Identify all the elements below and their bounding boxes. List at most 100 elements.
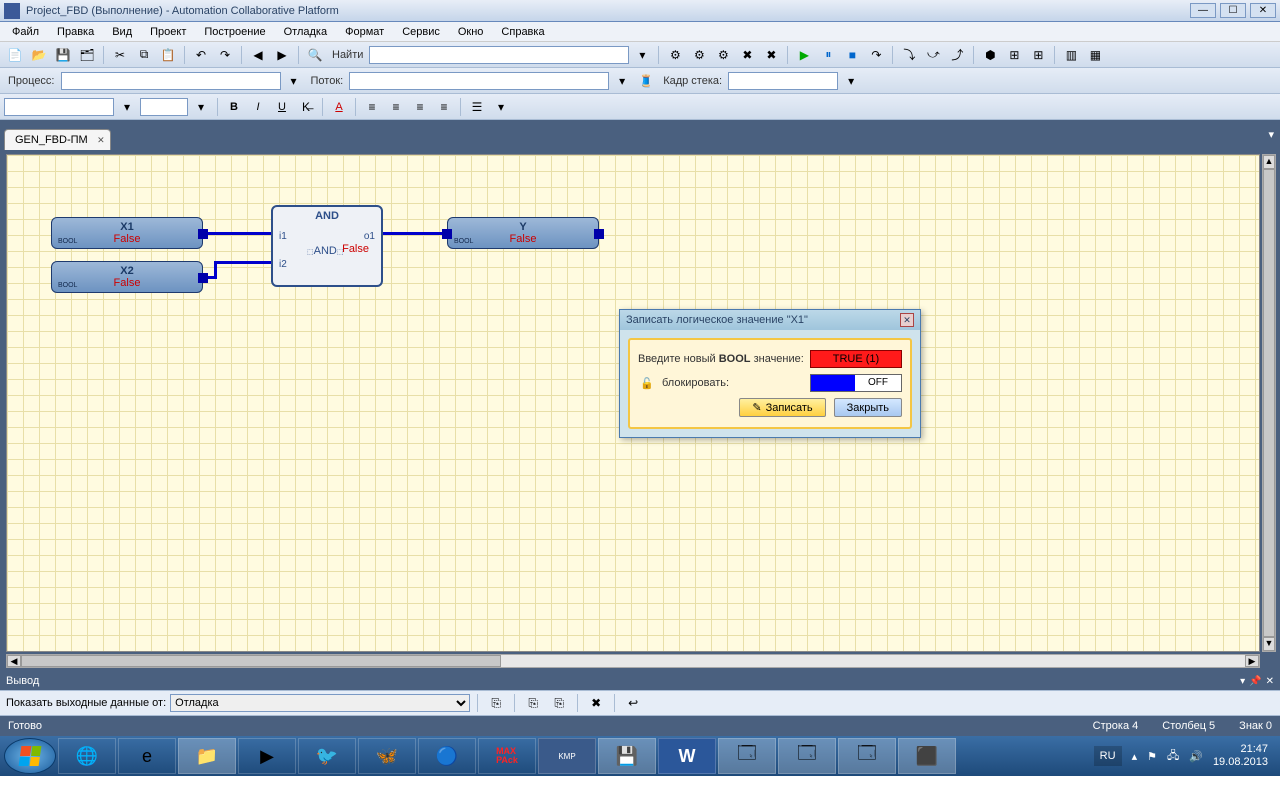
start-button[interactable] xyxy=(4,738,56,774)
menu-project[interactable]: Проект xyxy=(142,24,194,40)
align-right-button[interactable]: ≡ xyxy=(409,96,431,118)
db-button-4[interactable]: ✖ xyxy=(736,44,758,66)
copy-button[interactable]: ⧉ xyxy=(133,44,155,66)
menu-build[interactable]: Построение xyxy=(196,24,273,40)
process-combo[interactable] xyxy=(61,72,281,90)
output-pin[interactable] xyxy=(594,229,604,239)
task-app-7[interactable]: 🗔 xyxy=(838,738,896,774)
chevron-down-icon[interactable]: ▾ xyxy=(116,96,138,118)
scroll-up-icon[interactable]: ▲ xyxy=(1263,155,1275,169)
port-i2[interactable]: i2 xyxy=(279,259,287,270)
task-app-5[interactable]: 🗔 xyxy=(718,738,776,774)
db-button-5[interactable]: ✖ xyxy=(760,44,782,66)
input-pin[interactable] xyxy=(442,229,452,239)
dialog-titlebar[interactable]: Записать логическое значение "X1" ✕ xyxy=(620,310,920,330)
maximize-button[interactable]: ☐ xyxy=(1220,3,1246,18)
font-color-button[interactable]: A xyxy=(328,96,350,118)
open-button[interactable]: 📂 xyxy=(28,44,50,66)
step-button[interactable]: ↷ xyxy=(865,44,887,66)
nav-fwd-button[interactable]: ▶ xyxy=(271,44,293,66)
task-ie[interactable]: e xyxy=(118,738,176,774)
task-app-3[interactable]: 🦋 xyxy=(358,738,416,774)
menu-edit[interactable]: Правка xyxy=(49,24,102,40)
panel-dropdown-icon[interactable]: ▾ xyxy=(1240,676,1245,687)
output-pin[interactable] xyxy=(198,229,208,239)
scroll-thumb[interactable] xyxy=(1263,169,1275,637)
nav-back-button[interactable]: ◀ xyxy=(247,44,269,66)
underline-button[interactable]: U xyxy=(271,96,293,118)
italic-button[interactable]: I xyxy=(247,96,269,118)
port-i1[interactable]: i1 xyxy=(279,231,287,242)
tray-volume-icon[interactable]: 🔊 xyxy=(1189,750,1203,763)
scroll-thumb[interactable] xyxy=(21,655,501,667)
db-button-2[interactable]: ⚙ xyxy=(688,44,710,66)
menu-view[interactable]: Вид xyxy=(104,24,140,40)
lock-toggle[interactable]: OFF xyxy=(810,374,902,392)
window-button-2[interactable]: ⊞ xyxy=(1027,44,1049,66)
task-wmp[interactable]: ▶ xyxy=(238,738,296,774)
close-button[interactable]: ✕ xyxy=(1250,3,1276,18)
save-button[interactable]: 💾 xyxy=(52,44,74,66)
chevron-down-icon[interactable]: ▾ xyxy=(490,96,512,118)
menu-debug[interactable]: Отладка xyxy=(276,24,335,40)
stepinto-button[interactable]: ⤵ xyxy=(898,44,920,66)
db-button-3[interactable]: ⚙ xyxy=(712,44,734,66)
task-app-6[interactable]: 🗔 xyxy=(778,738,836,774)
task-kmp[interactable]: KMP xyxy=(538,738,596,774)
dialog-close-icon[interactable]: ✕ xyxy=(900,313,914,327)
tray-flag-icon[interactable]: ⚑ xyxy=(1147,750,1157,763)
output-btn-1[interactable]: ⎘ xyxy=(485,692,507,714)
task-app-2[interactable]: 🐦 xyxy=(298,738,356,774)
stop-button[interactable]: ■ xyxy=(841,44,863,66)
align-justify-button[interactable]: ≡ xyxy=(433,96,455,118)
panel-pin-icon[interactable]: 📌 xyxy=(1249,676,1261,687)
tray-network-icon[interactable]: 🖧 xyxy=(1167,747,1179,766)
stepout-button[interactable]: ⤴ xyxy=(946,44,968,66)
minimize-button[interactable]: — xyxy=(1190,3,1216,18)
panel-close-icon[interactable]: ✕ xyxy=(1266,676,1274,687)
output-source-combo[interactable]: Отладка xyxy=(170,694,470,712)
run-button[interactable]: ▶ xyxy=(793,44,815,66)
bullets-button[interactable]: ☰ xyxy=(466,96,488,118)
chevron-down-icon[interactable]: ▾ xyxy=(840,70,862,92)
dropdown-icon[interactable]: ▾ xyxy=(631,44,653,66)
menu-file[interactable]: Файл xyxy=(4,24,47,40)
task-save[interactable]: 💾 xyxy=(598,738,656,774)
var-block-x2[interactable]: X2 False BOOL xyxy=(51,261,203,293)
language-indicator[interactable]: RU xyxy=(1094,746,1122,766)
pause-button[interactable]: ⏸ xyxy=(817,44,839,66)
chevron-down-icon[interactable]: ▾ xyxy=(190,96,212,118)
align-center-button[interactable]: ≡ xyxy=(385,96,407,118)
bp-button-1[interactable]: ⬢ xyxy=(979,44,1001,66)
output-btn-2[interactable]: ⎘ xyxy=(522,692,544,714)
dialog-close-button[interactable]: Закрыть xyxy=(834,398,902,417)
font-combo[interactable] xyxy=(4,98,114,116)
bold-button[interactable]: B xyxy=(223,96,245,118)
window-button[interactable]: ⊞ xyxy=(1003,44,1025,66)
save-all-button[interactable]: 🗂 xyxy=(76,44,98,66)
taskbar-clock[interactable]: 21:47 19.08.2013 xyxy=(1213,743,1268,769)
output-panel-header[interactable]: Вывод ▾ 📌 ✕ xyxy=(0,672,1280,690)
horizontal-scrollbar[interactable]: ◀ ▶ xyxy=(6,654,1260,668)
output-wrap-icon[interactable]: ↩ xyxy=(622,692,644,714)
tab-gen-fbd[interactable]: GEN_FBD-ПМ ✕ xyxy=(4,129,111,150)
db-button-1[interactable]: ⚙ xyxy=(664,44,686,66)
stackframe-combo[interactable] xyxy=(728,72,838,90)
strike-button[interactable]: K̶ xyxy=(295,96,317,118)
size-combo[interactable] xyxy=(140,98,188,116)
tab-close-icon[interactable]: ✕ xyxy=(97,135,105,146)
cut-button[interactable]: ✂ xyxy=(109,44,131,66)
thread-btn[interactable]: 🧵 xyxy=(635,70,657,92)
scroll-right-icon[interactable]: ▶ xyxy=(1245,655,1259,667)
output-pin[interactable] xyxy=(198,273,208,283)
tabs-dropdown-icon[interactable]: ▾ xyxy=(1268,128,1274,141)
task-word[interactable]: W xyxy=(658,738,716,774)
layout-button-2[interactable]: ▦ xyxy=(1084,44,1106,66)
menu-service[interactable]: Сервис xyxy=(394,24,448,40)
var-block-y[interactable]: Y False BOOL xyxy=(447,217,599,249)
paste-button[interactable]: 📋 xyxy=(157,44,179,66)
find-input[interactable] xyxy=(369,46,629,64)
port-o1[interactable]: o1 xyxy=(364,231,375,242)
undo-button[interactable]: ↶ xyxy=(190,44,212,66)
menu-window[interactable]: Окно xyxy=(450,24,492,40)
